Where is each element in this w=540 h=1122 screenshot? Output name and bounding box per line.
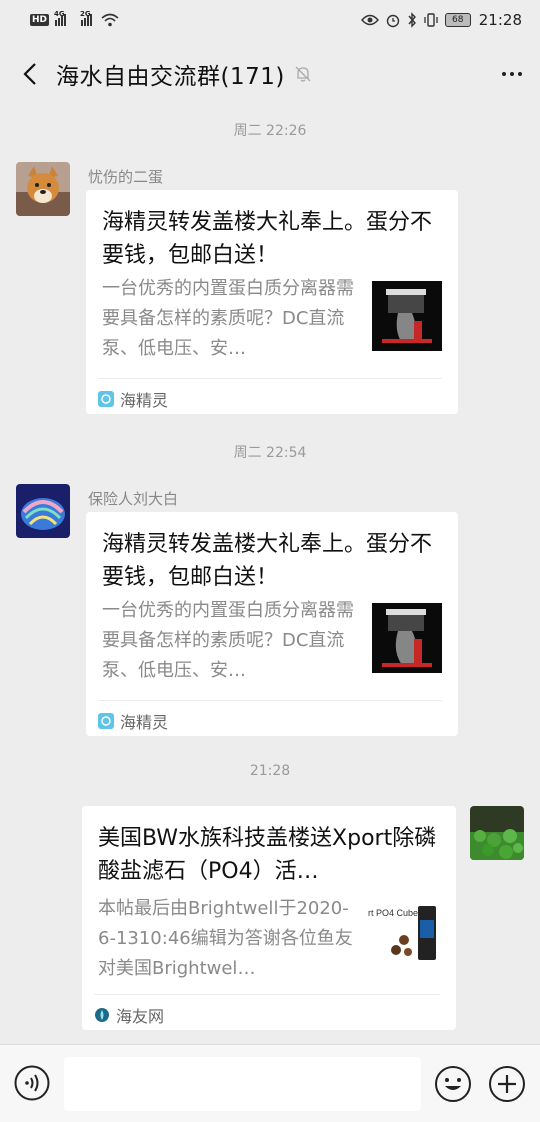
alarm-icon <box>386 14 399 28</box>
link-card[interactable]: 海精灵转发盖楼大礼奉上。蛋分不要钱，包邮白送！ 一台优秀的内置蛋白质分离器需要具… <box>86 512 458 736</box>
card-divider <box>94 994 440 995</box>
mute-bell-icon <box>295 66 311 82</box>
message-input[interactable] <box>64 1057 421 1111</box>
chat-header: 海水自由交流群(171) <box>0 40 540 108</box>
message-timestamp: 21:28 <box>249 763 291 779</box>
input-bar <box>0 1044 540 1122</box>
card-source: 海友网 <box>94 1003 164 1027</box>
message-timestamp: 周二 22:54 <box>233 445 307 461</box>
card-title: 海精灵转发盖楼大礼奉上。蛋分不要钱，包邮白送！ <box>102 532 433 590</box>
signal-icon: 2G <box>80 10 95 26</box>
chat-title: 海水自由交流群(171) <box>56 64 285 90</box>
battery-icon: 68 <box>444 13 471 27</box>
card-source: 海精灵 <box>98 387 168 411</box>
emoji-button[interactable] <box>434 1065 472 1103</box>
skimmer-image-icon <box>372 281 442 351</box>
app-source-icon <box>98 713 114 729</box>
sender-name: 保险人刘大白 <box>88 490 179 508</box>
card-source-label: 海精灵 <box>120 391 169 410</box>
card-description: 本帖最后由Brightwell于2020-6-1310:46编辑为答谢各位鱼友对… <box>98 898 353 979</box>
status-time: 21:28 <box>478 11 522 29</box>
back-arrow-icon <box>23 63 36 85</box>
avatar[interactable] <box>16 162 70 216</box>
wifi-icon <box>101 13 119 27</box>
network-type-label: 4G <box>54 10 65 18</box>
card-thumbnail: rt PO4 Cubes <box>368 900 438 970</box>
skimmer-image-icon <box>372 603 442 673</box>
status-bar: HD 4G 2G 68 21:28 <box>0 0 540 40</box>
self-avatar[interactable] <box>470 806 524 860</box>
card-divider <box>98 378 442 379</box>
dog-avatar-icon <box>16 162 70 216</box>
website-source-icon <box>95 1008 109 1022</box>
network-type-label: 2G <box>80 10 91 18</box>
voice-button[interactable] <box>14 1065 50 1101</box>
status-left: HD 4G 2G <box>30 10 119 27</box>
plus-icon <box>489 1066 525 1102</box>
bluetooth-icon <box>408 12 416 28</box>
message-timestamp: 周二 22:26 <box>233 123 307 139</box>
more-dots-icon <box>502 72 506 76</box>
card-thumbnail <box>372 603 442 673</box>
sender-name: 忧伤的二蛋 <box>88 168 164 186</box>
card-divider <box>98 700 442 701</box>
card-description: 一台优秀的内置蛋白质分离器需要具备怎样的素质呢？DC直流泵、低电压、安… <box>102 600 354 681</box>
product-image-icon: rt PO4 Cubes <box>368 900 438 970</box>
card-description: 一台优秀的内置蛋白质分离器需要具备怎样的素质呢？DC直流泵、低电压、安… <box>102 278 354 359</box>
voice-icon <box>14 1065 50 1101</box>
plant-avatar-icon <box>470 806 524 860</box>
card-thumbnail <box>372 281 442 351</box>
card-source: 海精灵 <box>98 709 168 733</box>
coral-avatar-icon <box>16 484 70 538</box>
status-right: 68 21:28 <box>360 11 522 29</box>
card-title: 海精灵转发盖楼大礼奉上。蛋分不要钱，包邮白送！ <box>102 210 433 268</box>
signal-icon: 4G <box>54 10 69 26</box>
emoji-icon <box>435 1066 471 1102</box>
back-button[interactable] <box>18 58 42 90</box>
app-source-icon <box>98 391 114 407</box>
more-button[interactable] <box>502 64 522 84</box>
vibrate-icon <box>424 13 438 27</box>
hd-badge: HD <box>30 14 50 26</box>
avatar[interactable] <box>16 484 70 538</box>
card-source-label: 海精灵 <box>120 713 169 732</box>
card-title: 美国BW水族科技盖楼送Xport除磷酸盐滤石（PO4）活… <box>98 826 437 884</box>
eye-icon <box>360 14 379 26</box>
more-functions-button[interactable] <box>488 1065 526 1103</box>
card-source-label: 海友网 <box>116 1007 165 1026</box>
thumb-label: rt PO4 Cubes <box>368 908 423 918</box>
link-card[interactable]: 美国BW水族科技盖楼送Xport除磷酸盐滤石（PO4）活… 本帖最后由Brigh… <box>82 806 456 1030</box>
link-card[interactable]: 海精灵转发盖楼大礼奉上。蛋分不要钱，包邮白送！ 一台优秀的内置蛋白质分离器需要具… <box>86 190 458 414</box>
